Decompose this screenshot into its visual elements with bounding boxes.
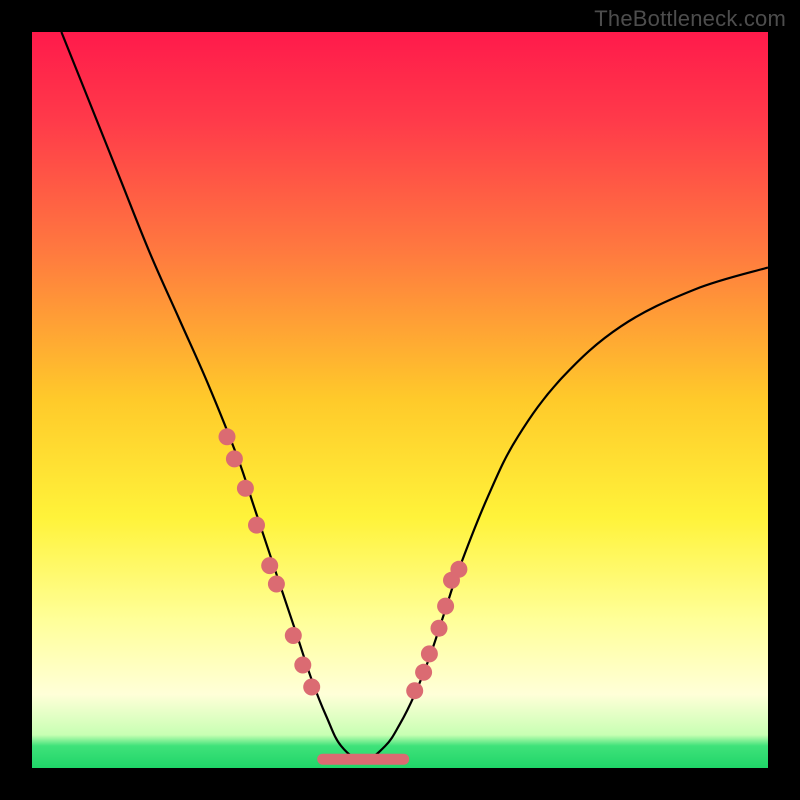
watermark-text: TheBottleneck.com bbox=[594, 6, 786, 32]
marker-dot bbox=[421, 645, 438, 662]
marker-dot bbox=[406, 682, 423, 699]
marker-dot bbox=[237, 480, 254, 497]
marker-dot bbox=[226, 450, 243, 467]
marker-dot bbox=[268, 576, 285, 593]
marker-dot bbox=[431, 620, 448, 637]
marker-dot bbox=[261, 557, 278, 574]
marker-group bbox=[219, 428, 468, 699]
marker-dot bbox=[450, 561, 467, 578]
outer-frame: TheBottleneck.com bbox=[0, 0, 800, 800]
chart-svg bbox=[32, 32, 768, 768]
marker-dot bbox=[415, 664, 432, 681]
marker-dot bbox=[303, 679, 320, 696]
marker-dot bbox=[437, 598, 454, 615]
marker-dot bbox=[248, 517, 265, 534]
bottleneck-curve bbox=[61, 32, 768, 761]
plot-area bbox=[32, 32, 768, 768]
marker-dot bbox=[294, 657, 311, 674]
marker-dot bbox=[219, 428, 236, 445]
marker-dot bbox=[285, 627, 302, 644]
